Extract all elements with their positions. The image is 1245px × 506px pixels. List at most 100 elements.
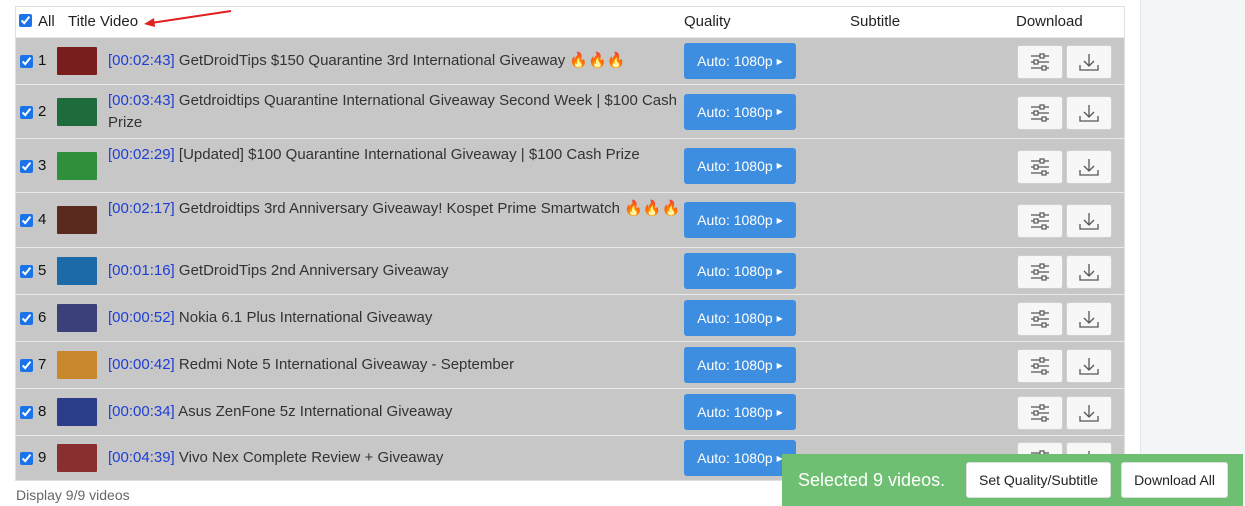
table-header: All Title Video Quality Subtitle Downloa… <box>16 7 1124 37</box>
row-number: 1 <box>38 52 47 69</box>
row-checkbox[interactable] <box>20 159 33 173</box>
quality-button[interactable]: Auto: 1080p ▶ <box>684 440 796 476</box>
row-checkbox[interactable] <box>20 452 33 465</box>
download-button[interactable] <box>1066 45 1112 79</box>
video-rows: 1 [00:02:43] GetDroidTips $150 Quarantine… <box>16 37 1124 480</box>
download-button[interactable] <box>1066 396 1112 430</box>
download-icon <box>1079 54 1099 71</box>
caret-right-icon: ▶ <box>776 161 783 170</box>
download-icon <box>1079 358 1099 375</box>
row-checkbox[interactable] <box>20 214 33 227</box>
video-thumbnail[interactable] <box>57 47 97 75</box>
download-icon <box>1079 264 1099 281</box>
video-duration[interactable]: [00:00:52] <box>108 309 175 326</box>
download-button[interactable] <box>1066 255 1112 289</box>
settings-button[interactable] <box>1017 45 1063 79</box>
table-row: 8 [00:00:34] Asus ZenFone 5z Internationa… <box>16 388 1124 435</box>
caret-right-icon: ▶ <box>776 360 783 370</box>
caret-right-icon: ▶ <box>776 56 783 66</box>
quality-label: Auto: 1080p <box>697 157 773 174</box>
video-title: [00:00:52] Nokia 6.1 Plus International … <box>108 307 683 329</box>
quality-button[interactable]: Auto: 1080p ▶ <box>684 202 796 238</box>
settings-button[interactable] <box>1017 396 1063 430</box>
row-checkbox[interactable] <box>20 105 33 119</box>
video-title-text: Redmi Note 5 International Giveaway - Se… <box>178 356 515 373</box>
selection-bar: Selected 9 videos. Set Quality/Subtitle … <box>782 454 1243 506</box>
quality-button[interactable]: Auto: 1080p ▶ <box>684 300 796 336</box>
set-quality-subtitle-button[interactable]: Set Quality/Subtitle <box>966 462 1112 498</box>
right-side-panel <box>1140 0 1245 506</box>
quality-label: Auto: 1080p <box>697 357 773 373</box>
download-icon <box>1079 311 1099 328</box>
quality-button[interactable]: Auto: 1080p ▶ <box>684 93 796 130</box>
table-row: 1 [00:02:43] GetDroidTips $150 Quarantine… <box>16 37 1124 84</box>
video-title-text: Vivo Nex Complete Review + Giveaway <box>178 449 444 466</box>
quality-button[interactable]: Auto: 1080p ▶ <box>684 253 796 289</box>
video-duration[interactable]: [00:02:17] <box>108 200 175 217</box>
row-number: 5 <box>38 262 47 279</box>
row-number: 3 <box>38 156 47 174</box>
video-duration[interactable]: [00:01:16] <box>108 262 175 279</box>
download-button[interactable] <box>1066 95 1112 130</box>
video-thumbnail[interactable] <box>57 351 97 379</box>
video-thumbnail[interactable] <box>57 206 97 234</box>
quality-label: Auto: 1080p <box>697 103 773 120</box>
download-column-header: Download <box>1016 13 1083 30</box>
selected-count-text: Selected 9 videos. <box>798 469 946 490</box>
quality-button[interactable]: Auto: 1080p ▶ <box>684 394 796 430</box>
row-checkbox[interactable] <box>20 55 33 68</box>
video-duration[interactable]: [00:02:43] <box>108 52 175 69</box>
video-duration[interactable]: [00:04:39] <box>108 449 175 466</box>
caret-right-icon: ▶ <box>776 107 783 116</box>
caret-right-icon: ▶ <box>776 407 783 417</box>
video-title: [00:03:43] Getdroidtips Quarantine Inter… <box>108 90 683 134</box>
quality-button[interactable]: Auto: 1080p ▶ <box>684 347 796 383</box>
video-title-text: Asus ZenFone 5z International Giveaway <box>178 403 453 420</box>
quality-button[interactable]: Auto: 1080p ▶ <box>684 147 796 184</box>
row-checkbox[interactable] <box>20 265 33 278</box>
subtitle-column-header: Subtitle <box>850 13 901 30</box>
settings-button[interactable] <box>1017 255 1063 289</box>
video-duration[interactable]: [00:02:29] <box>108 146 175 163</box>
video-thumbnail[interactable] <box>57 151 97 180</box>
download-button[interactable] <box>1066 204 1112 238</box>
settings-button[interactable] <box>1017 149 1063 184</box>
quality-button[interactable]: Auto: 1080p ▶ <box>684 43 796 79</box>
row-number: 2 <box>38 102 47 120</box>
video-duration[interactable]: [00:00:34] <box>108 403 175 420</box>
sliders-icon <box>1031 310 1049 328</box>
sliders-icon <box>1031 263 1049 281</box>
settings-button[interactable] <box>1017 95 1063 130</box>
row-number: 6 <box>38 309 47 326</box>
row-checkbox[interactable] <box>20 359 33 372</box>
video-duration[interactable]: [00:03:43] <box>108 92 175 109</box>
video-thumbnail[interactable] <box>57 444 97 472</box>
video-thumbnail[interactable] <box>57 97 97 126</box>
download-all-button[interactable]: Download All <box>1121 462 1228 498</box>
row-checkbox[interactable] <box>20 406 33 419</box>
video-title: [00:00:34] Asus ZenFone 5z International… <box>108 401 683 423</box>
video-title: [00:04:39] Vivo Nex Complete Review + Gi… <box>108 447 683 469</box>
settings-button[interactable] <box>1017 204 1063 238</box>
video-thumbnail[interactable] <box>57 257 97 285</box>
sliders-icon <box>1031 53 1049 71</box>
video-thumbnail[interactable] <box>57 398 97 426</box>
video-duration[interactable]: [00:00:42] <box>108 356 175 373</box>
quality-label: Auto: 1080p <box>697 404 773 420</box>
row-checkbox[interactable] <box>20 312 33 325</box>
video-thumbnail[interactable] <box>57 304 97 332</box>
quality-label: Auto: 1080p <box>697 310 773 326</box>
download-button[interactable] <box>1066 302 1112 336</box>
download-button[interactable] <box>1066 349 1112 383</box>
select-all-checkbox[interactable] <box>19 14 32 27</box>
table-row: 7 [00:00:42] Redmi Note 5 International G… <box>16 341 1124 388</box>
select-all-label: All <box>38 13 55 30</box>
video-title: [00:00:42] Redmi Note 5 International Gi… <box>108 354 683 376</box>
download-button[interactable] <box>1066 149 1112 184</box>
settings-button[interactable] <box>1017 349 1063 383</box>
sliders-icon <box>1031 157 1049 176</box>
settings-button[interactable] <box>1017 302 1063 336</box>
quality-label: Auto: 1080p <box>697 53 773 69</box>
video-title-text: Getdroidtips 3rd Anniversary Giveaway! K… <box>178 200 681 217</box>
sliders-icon <box>1031 103 1049 122</box>
